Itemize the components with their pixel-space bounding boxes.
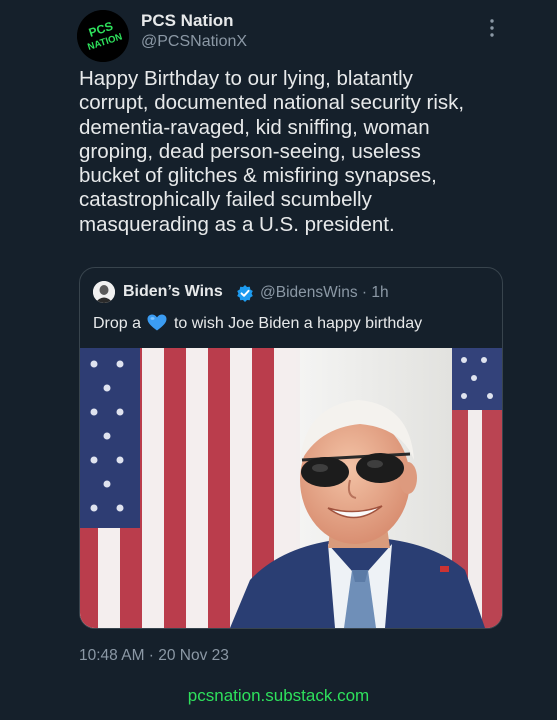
quoted-tweet-photo[interactable] bbox=[80, 348, 502, 628]
quoted-tweet-text: Drop a to wish Joe Biden a happy birthda… bbox=[93, 314, 422, 333]
tweet-text: Happy Birthday to our lying, blatantly c… bbox=[79, 67, 465, 236]
tweet: PCS NATION PCS Nation @PCSNationX Happy … bbox=[0, 0, 557, 720]
quoted-tweet-card[interactable]: Biden’s Wins @BidensWins · 1h Drop a to … bbox=[79, 267, 503, 629]
author-display-name[interactable]: PCS Nation bbox=[141, 11, 234, 31]
author-avatar[interactable]: PCS NATION bbox=[77, 10, 129, 62]
quoted-text-before: Drop a bbox=[93, 315, 142, 332]
blue-heart-icon bbox=[147, 314, 167, 331]
quoted-author-name[interactable]: Biden’s Wins bbox=[123, 283, 223, 301]
verified-badge-icon bbox=[236, 284, 254, 302]
source-watermark: pcsnation.substack.com bbox=[187, 686, 370, 705]
pcs-nation-logo-icon: PCS NATION bbox=[77, 10, 129, 62]
more-options-icon[interactable] bbox=[484, 17, 500, 39]
portrait-avatar-icon bbox=[93, 281, 115, 303]
tweet-timestamp[interactable]: 10:48 AM · 20 Nov 23 bbox=[79, 647, 229, 665]
author-handle[interactable]: @PCSNationX bbox=[141, 33, 247, 51]
quoted-author-handle-time[interactable]: @BidensWins · 1h bbox=[260, 284, 389, 302]
photo-man-flag-icon bbox=[80, 348, 502, 628]
quoted-author-avatar[interactable] bbox=[93, 281, 115, 303]
quoted-text-after: to wish Joe Biden a happy birthday bbox=[173, 315, 423, 332]
